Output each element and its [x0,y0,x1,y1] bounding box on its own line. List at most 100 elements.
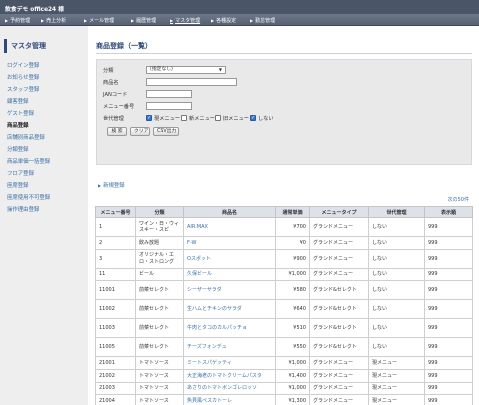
category-cell: ワイン・日・ウィスキー・スピ [135,217,184,237]
display-order-cell: 999 [424,217,473,237]
sidebar-item-bulk-price[interactable]: 商品単価一括登録 [7,157,50,165]
sidebar-item-operation-reason[interactable]: 操作理由登録 [7,205,39,213]
product-name-link[interactable]: 魚貝風ペスカトーレ [183,394,276,405]
nav-mail[interactable]: ▶ メール管理 [84,17,114,24]
generation-cell: 現メニュー [368,356,425,371]
clear-button[interactable]: クリア [130,127,150,136]
menu-number-cell: 11005 [95,337,136,358]
nav-settings[interactable]: ▶ 各種設定 [211,17,236,24]
sidebar-item-seat[interactable]: 座席登録 [7,181,29,189]
sidebar-item-customer[interactable]: 顧客登録 [7,97,29,105]
column-header[interactable]: メニュー番号 [95,206,136,218]
price-cell: ¥640 [275,299,310,320]
table-row: 11 ビール 久保ビール ¥1,000 グランドメニュー しない 999 [95,267,473,282]
column-header[interactable]: 商品名 [183,206,276,218]
new-menu-checkbox[interactable] [181,115,187,121]
sidebar-item-product[interactable]: 商品登録 [7,121,29,129]
product-name-link[interactable]: Oスポット [183,248,276,269]
product-name-link[interactable]: F-W [183,236,276,250]
chevron-right-icon: ▶ [250,18,254,23]
column-header[interactable]: 世代管理 [368,206,425,218]
csv-export-button[interactable]: CSV出力 [153,127,179,136]
product-name-link[interactable]: 牛肉とタコのカルパッチョ [183,318,276,339]
table-row: 21004 トマトソース 魚貝風ペスカトーレ ¥1,300 グランドメニュー 現メニュー 9… [95,394,473,405]
menu-number-cell: 11 [95,267,136,282]
product-name-link[interactable]: AIR.MAX [183,217,276,237]
column-header[interactable]: 通常単価 [275,206,310,218]
category-cell: オリジナル・エロ・ストロング [135,248,184,269]
nav-master[interactable]: ▶ マスタ管理 [170,17,200,24]
table-row: 21002 トマトソース 大正海老のトマトクリームパスタ ¥1,400 グランドメニュー… [95,369,473,383]
sidebar-item-login[interactable]: ログイン登録 [7,61,39,69]
product-name-link[interactable]: チーズフォンデュ [183,337,276,358]
menu-number-input[interactable] [146,102,192,110]
product-name-input[interactable] [146,78,237,86]
sidebar-item-category[interactable]: 分類登録 [7,145,29,153]
jan-code-input[interactable] [146,90,192,98]
category-select[interactable]: (指定なし) ▼ [146,66,226,74]
display-order-cell: 999 [424,356,473,371]
generation-label: 世代管理 [103,116,124,122]
category-cell: トマトソース [135,394,184,405]
sidebar-item-guest[interactable]: ゲスト登録 [7,109,34,117]
display-order-cell: 999 [424,318,473,339]
display-order-cell: 999 [424,337,473,358]
next-page-link[interactable]: 次の50件 [448,196,469,203]
price-cell: ¥580 [275,280,310,301]
category-cell: 前菜セレクト [135,299,184,320]
new-registration-link[interactable]: ▶ 新規登録 [98,181,125,189]
menu-type-cell: グランドメニュー [309,369,369,383]
generation-cell: しない [368,267,425,282]
display-order-cell: 999 [424,267,473,282]
menu-number-cell: 3 [95,248,136,269]
nav-attendance[interactable]: ▶ 勤怠管理 [250,17,275,24]
category-cell: 前菜セレクト [135,280,184,301]
chevron-right-icon: ▶ [131,18,135,23]
chevron-down-icon: ▼ [218,67,222,72]
app-title: 飲食デモ office24 様 [0,0,479,14]
search-button[interactable]: 検 索 [107,127,127,136]
menu-type-cell: グランドメニュー [309,381,369,396]
sidebar-item-floor[interactable]: フロア登録 [7,169,34,177]
column-header[interactable]: 分類 [135,206,184,218]
menu-type-cell: グランドメニュー [309,394,369,405]
sidebar-item-seat-unavailable[interactable]: 座席使用不可登録 [7,193,50,201]
chevron-right-icon: ▶ [98,183,102,188]
column-header[interactable]: 表示順 [424,206,473,218]
no-generation-checkbox[interactable] [250,115,256,121]
product-name-link[interactable]: 久保ビール [183,267,276,282]
table-row: 11005 前菜セレクト チーズフォンデュ ¥550 グランド&セレクト しない 999 [95,337,473,358]
generation-cell: 現メニュー [368,369,425,383]
display-order-cell: 999 [424,248,473,269]
display-order-cell: 999 [424,381,473,396]
nav-sales[interactable]: ▶ 売上分析 [41,17,66,24]
sidebar-title: マスタ管理 [4,39,84,53]
display-order-cell: 999 [424,394,473,405]
menu-number-cell: 21001 [95,356,136,371]
old-menu-checkbox[interactable] [215,115,221,121]
sidebar-item-notice[interactable]: お知らせ登録 [7,73,39,81]
main-nav: ▶ 予約管理 ▶ 売上分析 ▶ メール管理 ▶ 履歴管理 ▶ マスタ管理 ▶ 各種設定 ▶ 勤… [0,14,479,26]
category-cell: トマトソース [135,356,184,371]
menu-type-cell: グランドメニュー [309,356,369,371]
current-menu-checkbox[interactable] [146,115,152,121]
price-cell: ¥510 [275,318,310,339]
display-order-cell: 999 [424,299,473,320]
product-name-link[interactable]: 生ハムとチキンのサラダ [183,299,276,320]
nav-reservation[interactable]: ▶ 予約管理 [5,17,30,24]
product-name-link[interactable]: シーザーサラダ [183,280,276,301]
generation-cell: しない [368,318,425,339]
old-menu-label: 旧メニュー [223,116,249,122]
main-content: 商品登録（一覧） 分類 (指定なし) ▼ 商品名 JANコード メニュー番号 世… [88,26,479,405]
menu-number-cell: 21003 [95,381,136,396]
product-name-link[interactable]: あさりのトマトボンゴレロッソ [183,381,276,396]
sidebar-item-store-product[interactable]: 店舗別商品登録 [7,133,45,141]
chevron-right-icon: ▶ [5,18,9,23]
menu-number-label: メニュー番号 [103,104,135,110]
product-name-link[interactable]: ミートスパゲッティ [183,356,276,371]
column-header[interactable]: メニュータイプ [309,206,369,218]
nav-history[interactable]: ▶ 履歴管理 [131,17,156,24]
product-name-link[interactable]: 大正海老のトマトクリームパスタ [183,369,276,383]
sidebar-item-staff[interactable]: スタッフ登録 [7,85,39,93]
menu-type-cell: グランドメニュー [309,267,369,282]
